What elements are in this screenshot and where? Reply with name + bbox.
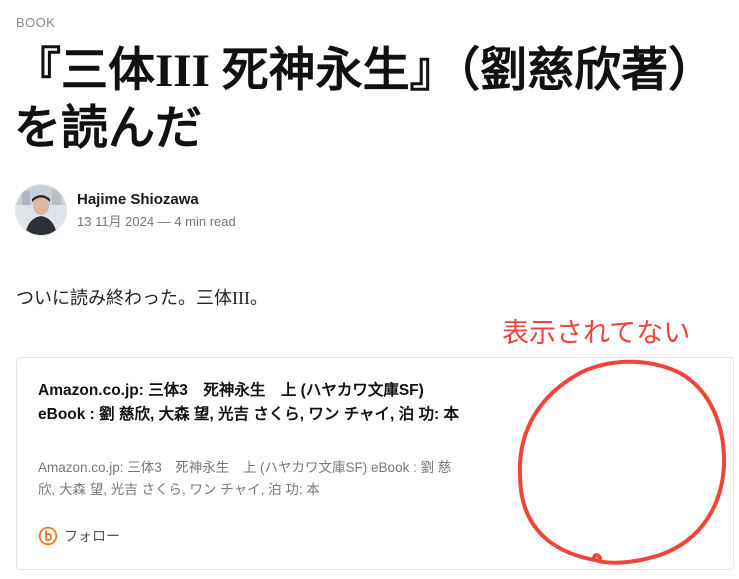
bookmark-source: フォロー [38, 526, 120, 546]
author-avatar[interactable] [15, 184, 67, 236]
annotation-circle [517, 359, 727, 565]
annotation-text: 表示されてない [502, 318, 691, 348]
post-tag[interactable]: BOOK [16, 15, 55, 30]
post-date-readtime: 13 11月 2024 — 4 min read [77, 213, 236, 229]
byline: Hajime Shiozawa 13 11月 2024 — 4 min read [15, 184, 236, 236]
byline-meta: Hajime Shiozawa 13 11月 2024 — 4 min read [77, 190, 236, 231]
bookmark-description: Amazon.co.jp: 三体3 死神永生 上 (ハヤカワ文庫SF) eBoo… [38, 460, 452, 497]
post-title: 『三体III 死神永生』（劉慈欣著）を読んだ [14, 45, 716, 155]
bookmark-source-label: フォロー [64, 528, 120, 544]
avatar-photo [16, 185, 66, 235]
author-name[interactable]: Hajime Shiozawa [77, 190, 236, 210]
bookmark-title: Amazon.co.jp: 三体3 死神永生 上 (ハヤカワ文庫SF) eBoo… [38, 382, 459, 423]
post-intro: ついに読み終わった。三体III。 [16, 288, 268, 308]
bookwalker-b-icon [38, 526, 58, 546]
